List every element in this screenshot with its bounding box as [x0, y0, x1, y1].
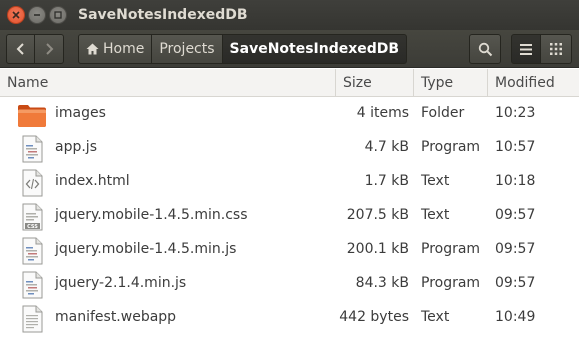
- file-type: Text: [421, 207, 450, 223]
- file-size: 1.7 kB: [364, 173, 409, 189]
- file-row[interactable]: manifest.webapp 442 bytes Text 10:49: [0, 301, 579, 335]
- grid-view-button[interactable]: [540, 34, 572, 64]
- file-name: index.html: [55, 173, 130, 189]
- file-row[interactable]: jquery.mobile-1.4.5.min.js 200.1 kB Prog…: [0, 233, 579, 267]
- file-size: 4.7 kB: [364, 139, 409, 155]
- file-modified: 10:57: [495, 139, 536, 155]
- column-header-modified[interactable]: Modified: [488, 69, 579, 97]
- folder-icon: [17, 101, 47, 129]
- file-row[interactable]: CSS jquery.mobile-1.4.5.min.css 207.5 kB…: [0, 199, 579, 233]
- close-window-button[interactable]: [7, 6, 25, 24]
- file-modified: 10:18: [495, 173, 536, 189]
- file-modified: 09:57: [495, 275, 536, 291]
- search-button[interactable]: [469, 34, 501, 64]
- script-file-icon: [17, 135, 47, 163]
- file-size: 442 bytes: [339, 309, 409, 325]
- forward-button[interactable]: [34, 34, 64, 64]
- maximize-icon: [54, 11, 62, 19]
- title-bar: SaveNotesIndexedDB: [0, 0, 579, 30]
- window-title: SaveNotesIndexedDB: [78, 7, 248, 23]
- breadcrumb-current[interactable]: SaveNotesIndexedDB: [221, 34, 408, 64]
- breadcrumb-label: SaveNotesIndexedDB: [229, 41, 400, 57]
- column-header-name[interactable]: Name: [0, 69, 336, 97]
- maximize-window-button[interactable]: [49, 6, 67, 24]
- column-header-type[interactable]: Type: [414, 69, 488, 97]
- close-icon: [12, 11, 20, 19]
- column-header-size[interactable]: Size: [336, 69, 414, 97]
- text-file-icon: [17, 305, 47, 333]
- file-type: Program: [421, 241, 481, 257]
- chevron-right-icon: [46, 43, 54, 55]
- file-size: 200.1 kB: [346, 241, 409, 257]
- file-row[interactable]: jquery-2.1.4.min.js 84.3 kB Program 09:5…: [0, 267, 579, 301]
- file-row[interactable]: app.js 4.7 kB Program 10:57: [0, 131, 579, 165]
- toolbar: Home Projects SaveNotesIndexedDB: [0, 30, 579, 68]
- home-icon: [86, 43, 99, 55]
- file-type: Program: [421, 139, 481, 155]
- file-row[interactable]: index.html 1.7 kB Text 10:18: [0, 165, 579, 199]
- breadcrumb-home[interactable]: Home: [78, 34, 153, 64]
- list-view-button[interactable]: [511, 34, 541, 64]
- breadcrumb-projects[interactable]: Projects: [151, 34, 223, 64]
- css-file-icon: CSS: [17, 203, 47, 231]
- minimize-icon: [34, 14, 40, 16]
- breadcrumb: Home Projects SaveNotesIndexedDB: [78, 34, 408, 64]
- script-file-icon: [17, 271, 47, 299]
- file-modified: 09:57: [495, 241, 536, 257]
- svg-text:CSS: CSS: [27, 224, 38, 230]
- file-name: images: [55, 105, 106, 121]
- breadcrumb-label: Projects: [159, 41, 215, 57]
- file-modified: 09:57: [495, 207, 536, 223]
- search-icon: [478, 42, 492, 56]
- grid-view-icon: [550, 43, 562, 55]
- file-row[interactable]: images 4 items Folder 10:23: [0, 97, 579, 131]
- file-name: jquery-2.1.4.min.js: [55, 275, 187, 291]
- back-button[interactable]: [6, 34, 35, 64]
- file-type: Program: [421, 275, 481, 291]
- file-list: images 4 items Folder 10:23 app.js 4.7 k…: [0, 97, 579, 335]
- file-type: Text: [421, 173, 450, 189]
- file-size: 4 items: [356, 105, 409, 121]
- file-type: Text: [421, 309, 450, 325]
- minimize-window-button[interactable]: [28, 6, 46, 24]
- script-file-icon: [17, 237, 47, 265]
- file-modified: 10:49: [495, 309, 536, 325]
- list-view-icon: [520, 43, 532, 55]
- chevron-left-icon: [16, 43, 24, 55]
- file-size: 207.5 kB: [346, 207, 409, 223]
- column-header: Name Size Type Modified: [0, 69, 579, 97]
- file-type: Folder: [421, 105, 465, 121]
- file-name: jquery.mobile-1.4.5.min.js: [55, 241, 237, 257]
- file-name: manifest.webapp: [55, 309, 177, 325]
- html-file-icon: [17, 169, 47, 197]
- breadcrumb-label: Home: [103, 41, 145, 57]
- file-size: 84.3 kB: [355, 275, 409, 291]
- file-modified: 10:23: [495, 105, 536, 121]
- file-name: app.js: [55, 139, 97, 155]
- file-name: jquery.mobile-1.4.5.min.css: [55, 207, 248, 223]
